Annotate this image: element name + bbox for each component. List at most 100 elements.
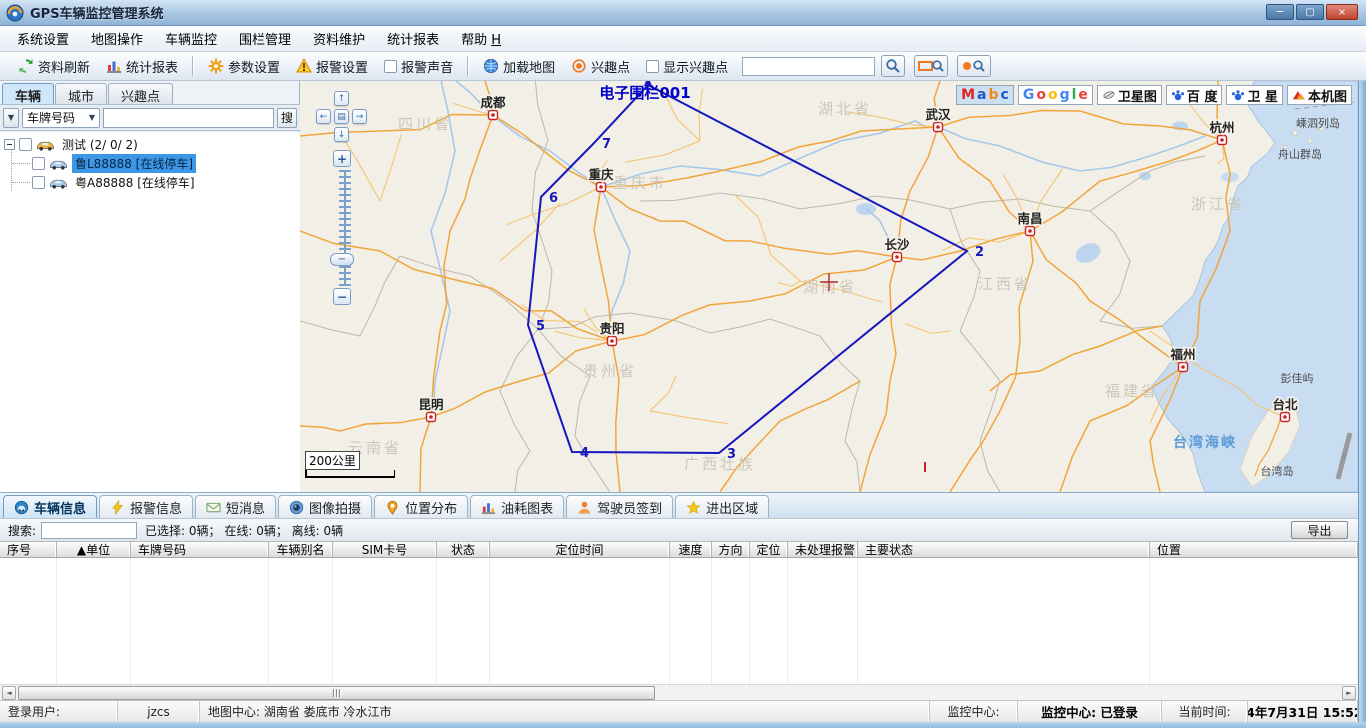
column-header[interactable]: 主要状态 (858, 542, 1150, 557)
map-provider-paw[interactable]: 百 度 (1166, 85, 1223, 105)
star-icon (686, 500, 701, 515)
column-header[interactable]: 序号 (0, 542, 57, 557)
alarm-sound-toggle[interactable]: 报警声音 (376, 54, 461, 79)
column-header[interactable]: ▲单位 (57, 542, 131, 557)
alarm-sound-checkbox[interactable] (384, 60, 397, 73)
group-checkbox[interactable] (19, 138, 32, 151)
geofence-vertex-number: 5 (536, 319, 545, 334)
pan-left-button[interactable]: ← (316, 109, 331, 124)
sidebar-tab[interactable]: 兴趣点 (108, 83, 173, 104)
poi-button[interactable]: 兴趣点 (563, 54, 638, 79)
zoom-out-button[interactable]: − (333, 288, 351, 305)
vehicle-tree: 测试 (2/ 0/ 2)鲁L88888 [在线停车]粤A88888 [在线停车] (0, 132, 300, 492)
city-label: 长沙 (884, 237, 910, 252)
column-header[interactable]: 车牌号码 (131, 542, 269, 557)
bottom-tab[interactable]: 报警信息 (99, 495, 193, 518)
poi-search-button[interactable] (957, 55, 991, 77)
scrollbar-thumb[interactable] (18, 686, 655, 700)
column-header[interactable]: SIM卡号 (333, 542, 437, 557)
search-button[interactable] (881, 55, 905, 77)
map-canvas[interactable]: 四川省湖北省重庆市湖南省江西省贵州省云南省广西壮族浙江省福建省嵊泗列岛舟山群岛彭… (300, 81, 1358, 492)
map-provider-local[interactable]: 本机图 (1287, 85, 1352, 105)
tree-search-button[interactable]: 搜 (277, 108, 297, 128)
table-body[interactable] (0, 558, 1358, 684)
refresh-button[interactable]: 资料刷新 (10, 54, 98, 79)
city-label: 重庆 (588, 167, 614, 182)
pan-center-button[interactable]: ▤ (334, 109, 349, 124)
province-label: 广西壮族 (684, 455, 756, 473)
horizontal-scrollbar[interactable]: ◄ ► (0, 684, 1358, 700)
column-header[interactable]: 状态 (437, 542, 490, 557)
filter-field-select[interactable]: 车牌号码▼ (22, 108, 100, 128)
vehicle-label[interactable]: 粤A88888 [在线停车] (72, 173, 198, 192)
column-header[interactable]: 未处理报警 (788, 542, 858, 557)
pan-right-button[interactable]: → (352, 109, 367, 124)
show-poi-toggle[interactable]: 显示兴趣点 (638, 54, 736, 79)
minimize-button[interactable]: ─ (1266, 4, 1294, 20)
column-header[interactable]: 定位 (750, 542, 788, 557)
menu-item[interactable]: 围栏管理 (228, 25, 302, 52)
tree-group-row[interactable]: 测试 (2/ 0/ 2) (4, 135, 141, 154)
menu-item[interactable]: 系统设置 (6, 25, 80, 52)
vehicle-checkbox[interactable] (32, 157, 45, 170)
province-border (1090, 211, 1162, 328)
map-provider-paw[interactable]: 卫 星 (1226, 85, 1283, 105)
bottom-tab[interactable]: 车辆信息 (3, 495, 97, 518)
export-button[interactable]: 导出 (1291, 521, 1348, 539)
road (300, 417, 431, 431)
close-button[interactable]: × (1326, 4, 1358, 20)
column-header[interactable]: 位置 (1150, 542, 1358, 557)
menu-item[interactable]: 资料维护 (302, 25, 376, 52)
maximize-button[interactable]: ▢ (1296, 4, 1324, 20)
sidebar-tab[interactable]: 城市 (55, 83, 107, 104)
pan-up-button[interactable]: ↑ (334, 91, 349, 106)
road (594, 187, 612, 341)
menu-item[interactable]: 统计报表 (376, 25, 450, 52)
bottom-tab[interactable]: 油耗图表 (470, 495, 564, 518)
map-provider-mapabc[interactable]: Mabc (956, 85, 1014, 105)
vehicle-checkbox[interactable] (32, 176, 45, 189)
bottom-tab[interactable]: 图像拍摄 (278, 495, 372, 518)
sidebar: 车辆城市兴趣点 ▼ 车牌号码▼ 搜 测试 (2/ 0/ 2)鲁L88888 [在… (0, 81, 300, 492)
map-provider-sat[interactable]: 卫星图 (1097, 85, 1162, 105)
scroll-left-button[interactable]: ◄ (2, 686, 16, 700)
bottom-tab[interactable]: 进出区域 (675, 495, 769, 518)
geofence-vertex-number: 3 (727, 447, 736, 462)
road (720, 381, 860, 492)
vehicle-label[interactable]: 鲁L88888 [在线停车] (72, 154, 196, 173)
menu-item[interactable]: 地图操作 (80, 25, 154, 52)
menu-item[interactable]: 帮助 H (450, 25, 512, 52)
menu-item[interactable]: 车辆监控 (154, 25, 228, 52)
load-map-button[interactable]: 加载地图 (475, 54, 563, 79)
report-button[interactable]: 统计报表 (98, 54, 186, 79)
bottom-tab[interactable]: 短消息 (195, 495, 276, 518)
pan-down-button[interactable]: ↓ (334, 127, 349, 142)
sidebar-tab[interactable]: 车辆 (2, 83, 54, 104)
bottom-tab[interactable]: 位置分布 (374, 495, 468, 518)
bottom-tab[interactable]: 驾驶员签到 (566, 495, 673, 518)
area-search-button[interactable] (914, 55, 948, 77)
local-icon (1292, 88, 1306, 102)
column-header[interactable]: 速度 (670, 542, 712, 557)
column-header[interactable]: 车辆别名 (269, 542, 333, 557)
zoom-in-button[interactable]: + (333, 150, 351, 167)
column-header[interactable]: 定位时间 (490, 542, 670, 557)
scroll-right-button[interactable]: ► (1342, 686, 1356, 700)
tree-vehicle-row[interactable]: 鲁L88888 [在线停车] (32, 154, 196, 173)
plate-search-input[interactable] (103, 108, 274, 128)
table-filter-row: 搜索: 已选择: 0辆； 在线: 0辆； 离线: 0辆 导出 (0, 518, 1358, 541)
map-provider-google[interactable]: Google (1018, 85, 1093, 105)
column-header[interactable]: 方向 (712, 542, 750, 557)
zoom-slider-handle[interactable]: − (330, 253, 354, 266)
map-search-input[interactable] (742, 57, 875, 76)
tree-vehicle-row[interactable]: 粤A88888 [在线停车] (32, 173, 198, 192)
zoom-slider-track[interactable] (339, 170, 351, 286)
mail-icon (206, 500, 221, 515)
params-button[interactable]: 参数设置 (200, 54, 288, 79)
filter-dropdown-button[interactable]: ▼ (3, 108, 19, 128)
refresh-icon (18, 58, 34, 74)
show-poi-checkbox[interactable] (646, 60, 659, 73)
table-search-input[interactable] (41, 522, 137, 539)
alarm-setting-button[interactable]: 报警设置 (288, 54, 376, 79)
tree-expander[interactable] (4, 139, 15, 150)
